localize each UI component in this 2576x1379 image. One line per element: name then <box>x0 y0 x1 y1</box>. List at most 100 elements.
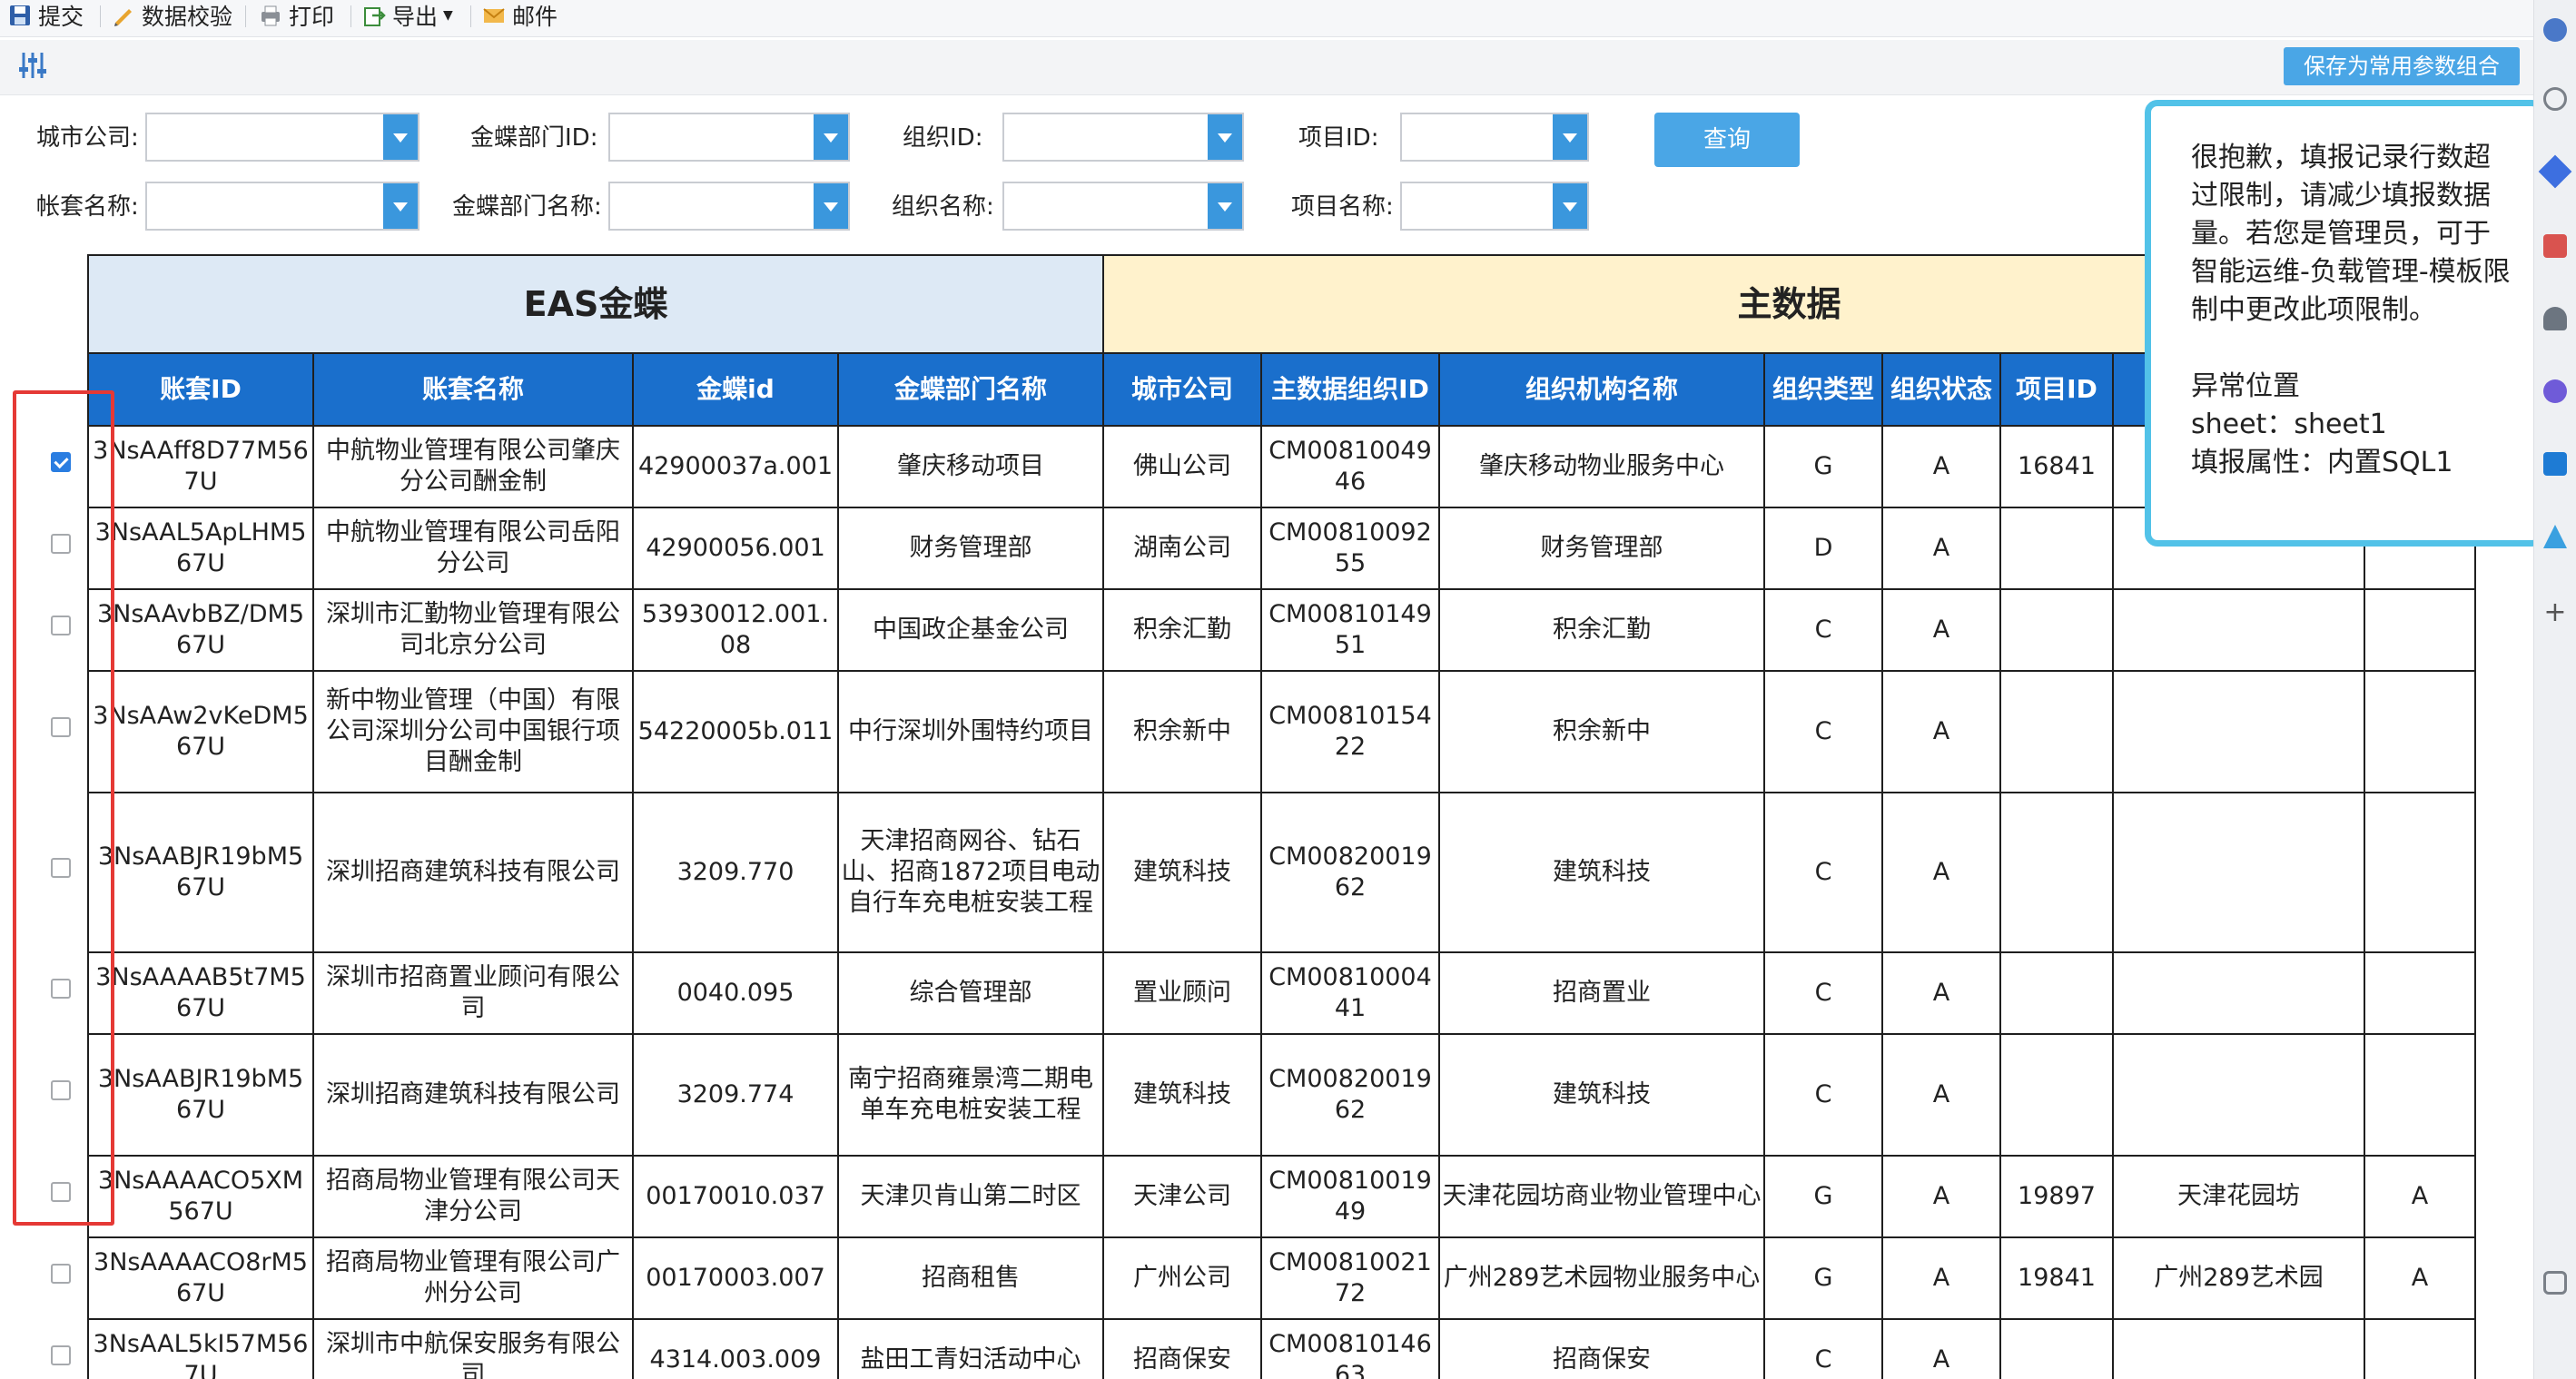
add-icon[interactable]: + <box>2543 599 2567 626</box>
table-cell[interactable]: A <box>1881 1236 2001 1320</box>
table-row[interactable]: 3NsAAL5kI57M567U 深圳市中航保安服务有限公司 4314.003.00… <box>87 1318 2476 1379</box>
table-cell[interactable]: 中行深圳外围特约项目 <box>837 670 1104 793</box>
validate-button[interactable]: 数据校验 <box>111 0 232 31</box>
table-cell[interactable]: CM0081000441 <box>1260 951 1440 1035</box>
table-cell[interactable]: CM0082001962 <box>1260 1033 1440 1157</box>
table-cell[interactable]: 00170003.007 <box>632 1236 839 1320</box>
table-cell[interactable]: 建筑科技 <box>1102 1033 1262 1157</box>
table-cell[interactable]: C <box>1763 1318 1883 1379</box>
table-cell[interactable]: 天津公司 <box>1102 1155 1262 1238</box>
table-cell[interactable]: A <box>1881 792 2001 953</box>
table-row[interactable]: 3NsAAAAB5t7M567U 深圳市招商置业顾问有限公司 0040.095 综合管… <box>87 951 2476 1035</box>
diamond-icon[interactable] <box>2538 154 2572 189</box>
table-cell[interactable]: 天津贝肯山第二时区 <box>837 1155 1104 1238</box>
table-cell[interactable]: C <box>1763 792 1883 953</box>
app-icon[interactable] <box>2543 18 2567 42</box>
table-cell[interactable] <box>2364 588 2476 672</box>
table-cell[interactable]: 53930012.001.08 <box>632 588 839 672</box>
table-cell[interactable]: 天津花园坊商业物业管理中心 <box>1438 1155 1765 1238</box>
table-cell[interactable]: 54220005b.011 <box>632 670 839 793</box>
table-cell[interactable]: G <box>1763 1236 1883 1320</box>
dropdown-arrow-icon[interactable] <box>814 183 848 229</box>
table-cell[interactable]: 广州公司 <box>1102 1236 1262 1320</box>
dropdown-arrow-icon[interactable] <box>383 183 418 229</box>
table-cell[interactable]: 置业顾问 <box>1102 951 1262 1035</box>
table-cell[interactable] <box>2364 951 2476 1035</box>
city-company-select[interactable] <box>145 113 419 162</box>
table-cell[interactable]: A <box>1881 1033 2001 1157</box>
table-cell[interactable]: 3NsAAvbBZ/DM567U <box>87 588 314 672</box>
table-cell[interactable]: 中航物业管理有限公司岳阳分公司 <box>312 507 634 590</box>
table-cell[interactable]: 深圳市汇勤物业管理有限公司北京分公司 <box>312 588 634 672</box>
table-row[interactable]: 3NsAABJR19bM567U 深圳招商建筑科技有限公司 3209.774 南宁招商… <box>87 1033 2476 1157</box>
table-cell[interactable]: CM0081004946 <box>1260 425 1440 508</box>
dropdown-arrow-icon[interactable] <box>1208 114 1242 160</box>
send-icon[interactable] <box>2543 525 2567 548</box>
table-cell[interactable]: 4314.003.009 <box>632 1318 839 1379</box>
table-cell[interactable]: 财务管理部 <box>837 507 1104 590</box>
table-cell[interactable]: 3NsAABJR19bM567U <box>87 1033 314 1157</box>
table-cell[interactable]: 深圳市中航保安服务有限公司 <box>312 1318 634 1379</box>
table-cell[interactable]: CM0081014951 <box>1260 588 1440 672</box>
dropdown-arrow-icon[interactable] <box>814 114 848 160</box>
table-cell[interactable]: 招商保安 <box>1438 1318 1765 1379</box>
table-cell[interactable]: 肇庆移动物业服务中心 <box>1438 425 1765 508</box>
table-cell[interactable] <box>2364 792 2476 953</box>
table-cell[interactable] <box>1999 792 2114 953</box>
table-cell[interactable]: CM0081009255 <box>1260 507 1440 590</box>
settings-icon[interactable] <box>2543 1271 2567 1295</box>
account-set-name-select[interactable] <box>145 182 419 231</box>
table-cell[interactable]: 招商租售 <box>837 1236 1104 1320</box>
table-cell[interactable] <box>2112 588 2365 672</box>
table-cell[interactable] <box>2364 1033 2476 1157</box>
table-cell[interactable]: 16841 <box>1999 425 2114 508</box>
table-row[interactable]: 3NsAAw2vKeDM567U 新中物业管理（中国）有限公司深圳分公司中国银行项… <box>87 670 2476 793</box>
table-cell[interactable]: 盐田工青妇活动中心 <box>837 1318 1104 1379</box>
table-cell[interactable]: 42900056.001 <box>632 507 839 590</box>
table-cell[interactable]: 中航物业管理有限公司肇庆分公司酬金制 <box>312 425 634 508</box>
table-cell[interactable]: 招商置业 <box>1438 951 1765 1035</box>
save-params-combo-button[interactable]: 保存为常用参数组合 <box>2284 47 2520 85</box>
table-cell[interactable] <box>2112 792 2365 953</box>
toolbox-icon[interactable] <box>2543 234 2567 258</box>
sliders-icon[interactable] <box>16 49 49 82</box>
table-cell[interactable]: G <box>1763 1155 1883 1238</box>
table-cell[interactable]: CM0081001949 <box>1260 1155 1440 1238</box>
table-cell[interactable] <box>1999 1318 2114 1379</box>
table-cell[interactable]: 天津招商网谷、钻石山、招商1872项目电动自行车充电桩安装工程 <box>837 792 1104 953</box>
table-cell[interactable]: 建筑科技 <box>1102 792 1262 953</box>
table-cell[interactable]: 3209.774 <box>632 1033 839 1157</box>
table-cell[interactable] <box>1999 1033 2114 1157</box>
table-cell[interactable]: 积余汇勤 <box>1102 588 1262 672</box>
table-cell[interactable] <box>2112 1318 2365 1379</box>
table-cell[interactable]: 新中物业管理（中国）有限公司深圳分公司中国银行项目酬金制 <box>312 670 634 793</box>
org-name-select[interactable] <box>1002 182 1244 231</box>
table-cell[interactable]: 3NsAABJR19bM567U <box>87 792 314 953</box>
table-cell[interactable] <box>1999 670 2114 793</box>
table-row[interactable]: 3NsAAL5ApLHM567U 中航物业管理有限公司岳阳分公司 42900056.… <box>87 507 2476 590</box>
row-checkbox[interactable] <box>51 1264 71 1284</box>
dropdown-arrow-icon[interactable] <box>383 114 418 160</box>
user-icon[interactable] <box>2543 307 2567 330</box>
table-cell[interactable]: 广州289艺术园 <box>2112 1236 2365 1320</box>
table-cell[interactable]: CM0082001962 <box>1260 792 1440 953</box>
table-cell[interactable]: A <box>1881 1318 2001 1379</box>
table-cell[interactable]: 招商局物业管理有限公司天津分公司 <box>312 1155 634 1238</box>
table-cell[interactable]: 00170010.037 <box>632 1155 839 1238</box>
submit-button[interactable]: 提交 <box>7 0 84 31</box>
table-cell[interactable]: A <box>1881 670 2001 793</box>
table-row[interactable]: 3NsAAAACO5XM567U 招商局物业管理有限公司天津分公司 00170010… <box>87 1155 2476 1238</box>
kd-dept-name-select[interactable] <box>608 182 850 231</box>
table-cell[interactable]: 3NsAAw2vKeDM567U <box>87 670 314 793</box>
table-cell[interactable]: 财务管理部 <box>1438 507 1765 590</box>
table-cell[interactable] <box>2364 670 2476 793</box>
table-cell[interactable]: CM0081002172 <box>1260 1236 1440 1320</box>
table-cell[interactable]: 深圳招商建筑科技有限公司 <box>312 1033 634 1157</box>
table-cell[interactable] <box>2364 1318 2476 1379</box>
table-cell[interactable]: A <box>2364 1155 2476 1238</box>
table-cell[interactable]: 建筑科技 <box>1438 1033 1765 1157</box>
search-icon[interactable] <box>2543 87 2567 111</box>
row-checkbox[interactable] <box>51 1345 71 1365</box>
outlook-icon[interactable] <box>2543 452 2567 476</box>
table-cell[interactable]: 建筑科技 <box>1438 792 1765 953</box>
